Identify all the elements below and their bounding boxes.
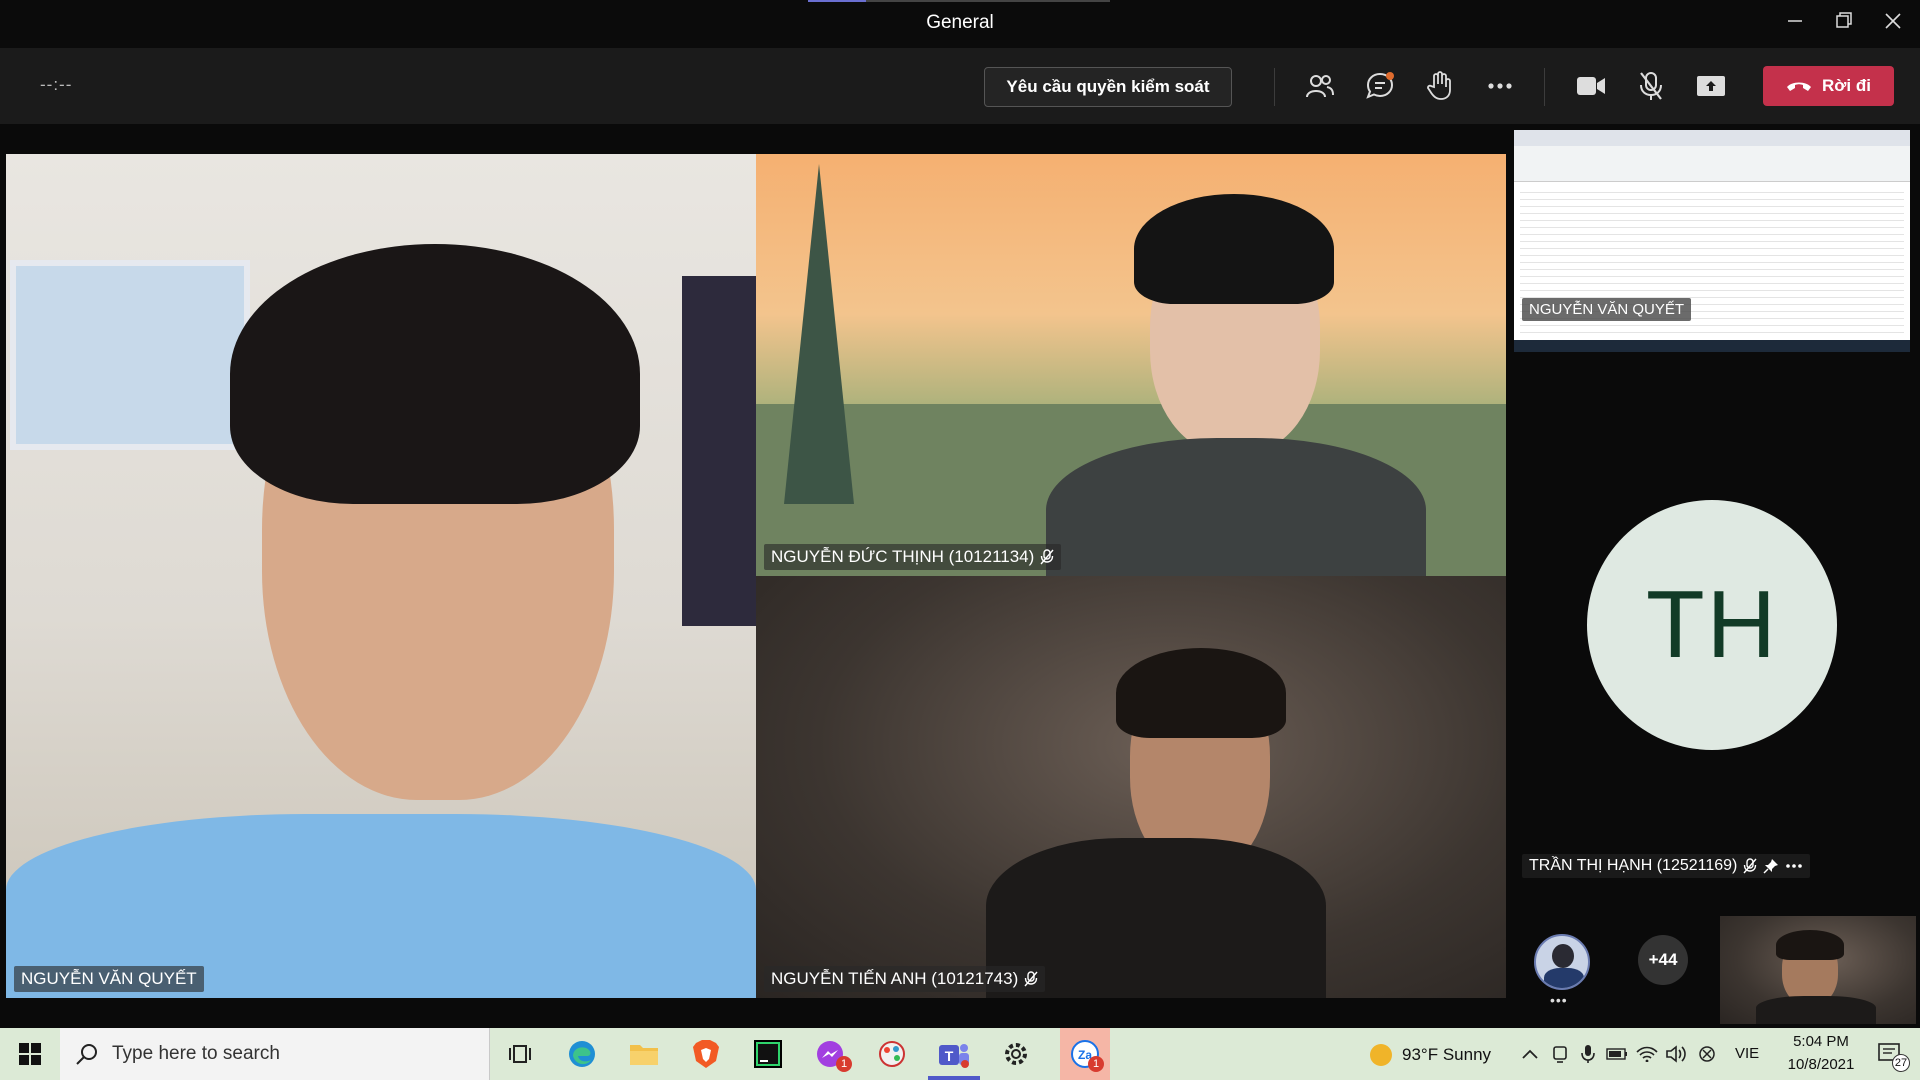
windows-taskbar: Type here to search 1 T Za 1 93°F Sunny — [0, 1028, 1920, 1080]
video-tile-bottom[interactable]: NGUYỄN TIẾN ANH (10121743) — [756, 576, 1506, 998]
meeting-stage: NGUYỄN VĂN QUYẾT NGUYỄN ĐỨC THỊNH (10121… — [0, 124, 1920, 1028]
minimize-icon[interactable] — [1780, 10, 1810, 36]
file-explorer-icon[interactable] — [626, 1036, 662, 1072]
participant-name: NGUYỄN ĐỨC THỊNH (10121134) — [771, 547, 1035, 566]
volume-icon[interactable] — [1664, 1036, 1690, 1072]
language-indicator[interactable]: VIE — [1735, 1045, 1759, 1062]
avatar-more-dots[interactable]: ••• — [1550, 992, 1568, 1008]
taskbar-search-box[interactable]: Type here to search — [60, 1028, 490, 1080]
mic-muted-icon — [1743, 858, 1757, 874]
overflow-count[interactable]: +44 — [1638, 935, 1688, 985]
clock-time[interactable]: 5:04 PM — [1778, 1033, 1864, 1050]
mic-muted-icon — [1040, 549, 1054, 565]
window-title: General — [926, 12, 994, 33]
participant-avatar-initials: TH — [1587, 500, 1837, 750]
shared-taskbar — [1514, 340, 1910, 352]
share-screen-icon[interactable] — [1693, 68, 1729, 104]
brave-browser-icon[interactable] — [688, 1036, 724, 1072]
close-icon[interactable] — [1878, 10, 1908, 36]
messenger-badge: 1 — [836, 1056, 852, 1072]
mic-muted-icon[interactable] — [1633, 68, 1669, 104]
wifi-icon[interactable] — [1634, 1036, 1660, 1072]
task-view-icon[interactable] — [502, 1036, 538, 1072]
title-bar: General — [0, 0, 1920, 48]
request-control-button[interactable]: Yêu cầu quyền kiểm soát — [984, 67, 1232, 107]
leave-label: Rời đi — [1822, 76, 1871, 95]
video-tile-top[interactable]: NGUYỄN ĐỨC THỊNH (10121134) — [756, 154, 1506, 576]
clock-date[interactable]: 10/8/2021 — [1778, 1056, 1864, 1073]
self-video-tile[interactable] — [1720, 916, 1916, 1024]
chevron-up-icon[interactable] — [1518, 1036, 1542, 1072]
more-options-icon[interactable] — [1482, 68, 1518, 104]
messenger-icon[interactable]: 1 — [812, 1036, 852, 1072]
title-progress-line — [808, 0, 1110, 2]
chat-icon[interactable] — [1362, 68, 1398, 104]
zalo-icon[interactable]: Za 1 — [1060, 1028, 1110, 1080]
paint-icon[interactable] — [874, 1036, 910, 1072]
mic-muted-icon — [1024, 971, 1038, 987]
meeting-timer: --:-- — [40, 75, 73, 94]
search-icon — [76, 1044, 97, 1065]
toolbar-divider — [1544, 68, 1545, 106]
participant-avatar[interactable] — [1534, 934, 1590, 990]
raise-hand-icon[interactable] — [1422, 68, 1458, 104]
pycharm-icon[interactable] — [750, 1036, 786, 1072]
unikey-icon[interactable] — [1694, 1036, 1720, 1072]
windows-start-icon[interactable] — [12, 1036, 48, 1072]
participant-name: TRẦN THỊ HẠNH (12521169) — [1529, 857, 1738, 874]
search-placeholder: Type here to search — [112, 1043, 280, 1064]
leave-button[interactable]: Rời đi — [1763, 66, 1894, 106]
weather-text[interactable]: 93°F Sunny — [1402, 1045, 1491, 1065]
zalo-badge: 1 — [1088, 1056, 1104, 1072]
wall-poster — [682, 276, 756, 626]
notification-count: 27 — [1892, 1054, 1910, 1072]
battery-icon[interactable] — [1604, 1036, 1630, 1072]
participant-name-label: NGUYỄN VĂN QUYẾT — [1522, 298, 1692, 321]
camera-icon[interactable] — [1573, 68, 1609, 104]
microphone-icon[interactable] — [1576, 1036, 1600, 1072]
person-shirt — [1046, 438, 1426, 576]
participant-name-label: NGUYỄN TIẾN ANH (10121743) — [764, 966, 1046, 992]
active-app-indicator — [928, 1076, 980, 1080]
participant-name: NGUYỄN TIẾN ANH (10121743) — [771, 969, 1019, 988]
restore-icon[interactable] — [1829, 10, 1859, 36]
pin-icon[interactable] — [1763, 858, 1779, 874]
meeting-toolbar: --:-- Yêu cầu quyền kiểm soát Rời đi — [0, 48, 1920, 124]
hang-up-icon — [1787, 82, 1812, 91]
edge-browser-icon[interactable] — [564, 1036, 600, 1072]
person-hair — [230, 244, 640, 504]
teams-icon[interactable]: T — [936, 1036, 972, 1072]
participant-name-label: NGUYỄN ĐỨC THỊNH (10121134) — [764, 544, 1062, 570]
wall-photo — [10, 260, 250, 450]
toolbar-divider — [1274, 68, 1275, 106]
settings-gear-icon[interactable] — [998, 1036, 1034, 1072]
shared-screen-thumbnail[interactable]: NGUYỄN VĂN QUYẾT — [1514, 130, 1910, 352]
weather-sun-icon[interactable] — [1370, 1044, 1392, 1066]
person-hair — [1134, 194, 1334, 304]
more-options-icon[interactable] — [1785, 863, 1803, 869]
landscape-tree — [784, 164, 854, 504]
notifications-icon[interactable]: 27 — [1870, 1036, 1910, 1072]
participants-icon[interactable] — [1302, 68, 1338, 104]
video-tile-main[interactable]: NGUYỄN VĂN QUYẾT — [6, 154, 756, 998]
person-hair — [1116, 648, 1286, 738]
device-icon[interactable] — [1548, 1036, 1572, 1072]
participant-name-label: TRẦN THỊ HẠNH (12521169) — [1522, 854, 1811, 878]
browser-tabs — [1514, 130, 1910, 146]
participant-name-label: NGUYỄN VĂN QUYẾT — [14, 966, 204, 992]
sheet-toolbar — [1514, 146, 1910, 182]
svg-text:T: T — [945, 1048, 954, 1064]
